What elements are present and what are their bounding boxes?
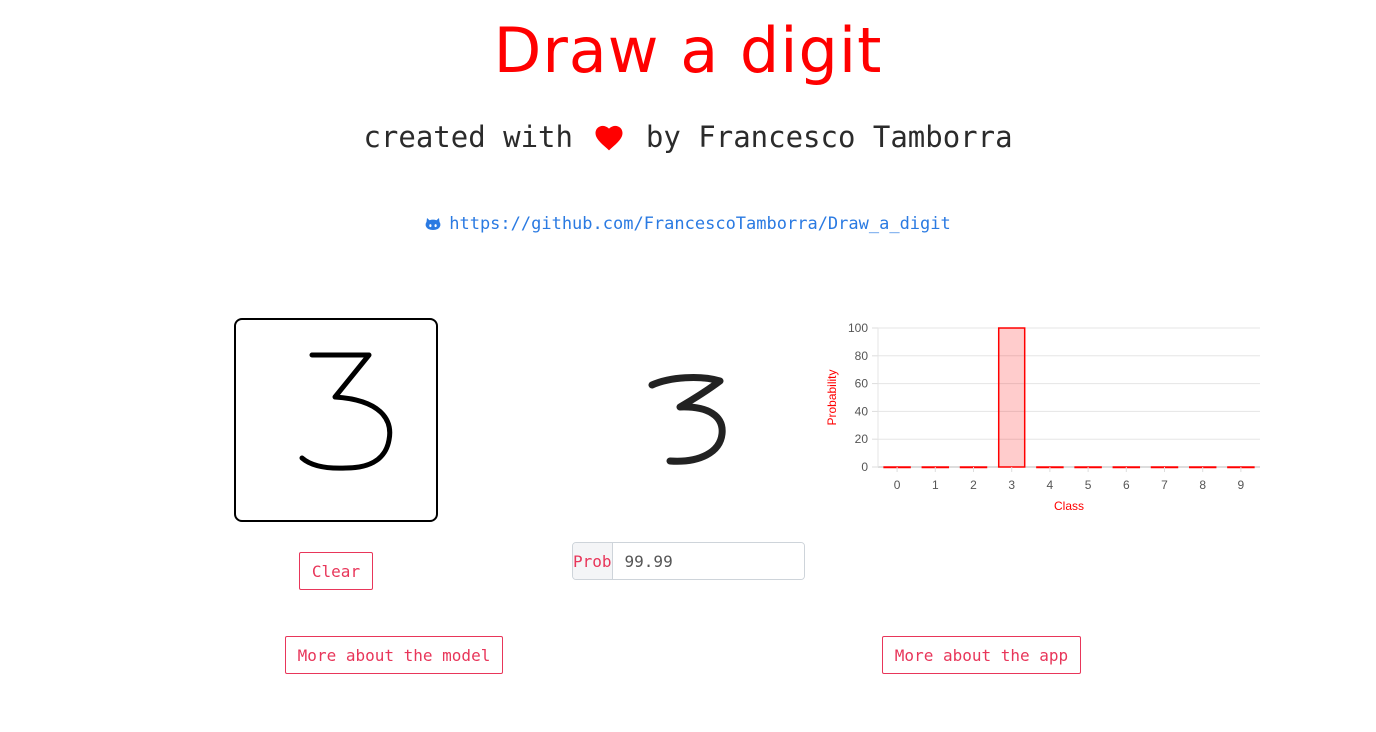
x-tick-label: 0	[894, 478, 901, 492]
repo-link[interactable]: https://github.com/FrancescoTamborra/Dra…	[425, 214, 951, 234]
x-tick-label: 2	[970, 478, 977, 492]
x-tick-label: 9	[1238, 478, 1245, 492]
x-tick-label: 7	[1161, 478, 1168, 492]
bar-3	[997, 327, 1026, 468]
x-tick-label: 4	[1047, 478, 1054, 492]
x-tick-label: 1	[932, 478, 939, 492]
prob-value-input[interactable]	[612, 543, 804, 579]
y-tick-label: 40	[855, 404, 869, 418]
drawing-canvas[interactable]	[234, 318, 438, 522]
y-axis-label: Probability	[825, 369, 839, 425]
x-tick-label: 6	[1123, 478, 1130, 492]
x-tick-label: 8	[1199, 478, 1206, 492]
y-tick-label: 60	[855, 377, 869, 391]
model-info-button[interactable]: More about the model	[285, 636, 503, 674]
repo-link-row: https://github.com/FrancescoTamborra/Dra…	[0, 214, 1376, 236]
y-tick-label: 0	[861, 460, 868, 474]
x-tick-label: 3	[1008, 478, 1015, 492]
y-tick-label: 100	[848, 321, 868, 335]
clear-button[interactable]: Clear	[299, 552, 373, 590]
app-info-button[interactable]: More about the app	[882, 636, 1081, 674]
subtitle-text-before: created with	[363, 120, 573, 154]
x-tick-label: 5	[1085, 478, 1092, 492]
predicted-digit	[640, 360, 740, 480]
x-axis-label: Class	[1054, 499, 1084, 513]
probability-field: Prob %	[572, 542, 805, 580]
heart-icon	[594, 124, 624, 158]
page-title: Draw a digit	[493, 14, 883, 87]
prob-prefix: Prob	[573, 543, 613, 579]
github-icon	[425, 216, 441, 236]
y-tick-label: 20	[855, 432, 869, 446]
probability-chart: 0 20 40 60 80 100 0 1 2 3 4 5 6 7 8 9 Class Probability	[825, 321, 1260, 513]
drawn-digit-stroke	[299, 352, 393, 471]
subtitle: created with by Francesco Tamborra	[0, 120, 1376, 158]
y-tick-label: 80	[855, 349, 869, 363]
subtitle-text-after: by Francesco Tamborra	[645, 120, 1013, 154]
repo-link-text: https://github.com/FrancescoTamborra/Dra…	[449, 214, 951, 234]
